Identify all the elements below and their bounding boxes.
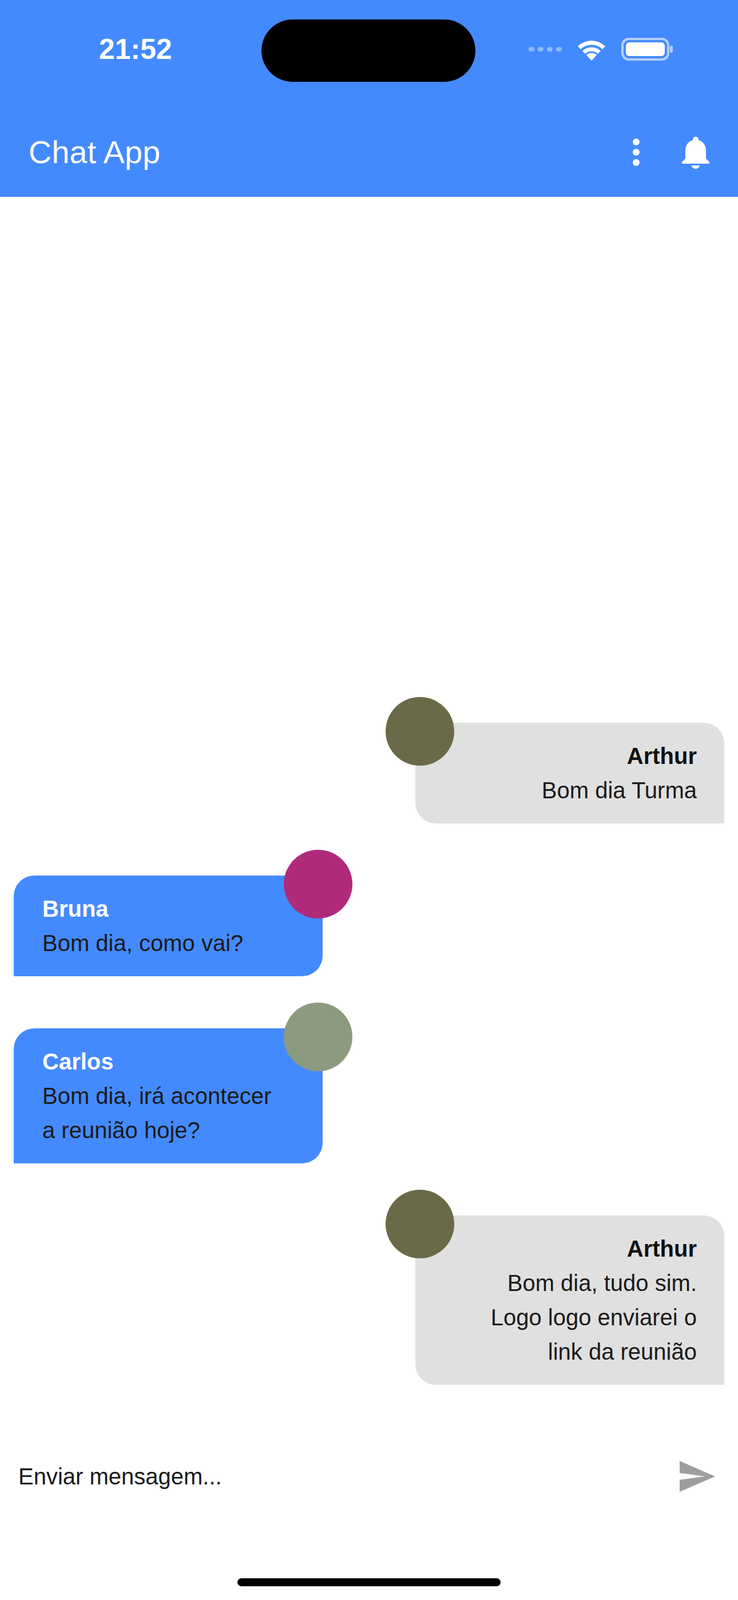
dynamic-island [261,19,476,82]
status-time: 21:52 [0,34,173,64]
message-row: BrunaBom dia, como vai? [13,849,725,976]
message-author: Carlos [42,1044,277,1079]
chat-screen: 21:52 [0,0,738,1600]
message-bubble: CarlosBom dia, irá acontecer a reunião h… [13,1028,323,1164]
send-icon[interactable] [678,1459,717,1493]
message-row: ArthurBom dia, tudo sim. Logo logo envia… [13,1189,725,1385]
message-input[interactable] [18,1458,665,1494]
message-author: Arthur [461,1231,697,1266]
avatar[interactable] [385,696,455,766]
bell-icon[interactable] [680,135,711,169]
composer [0,1430,738,1522]
battery-icon [621,37,674,62]
message-bubble: BrunaBom dia, como vai? [13,875,323,976]
avatar[interactable] [283,849,353,919]
message-row: ArthurBom dia Turma [13,696,725,824]
wifi-icon [574,36,609,62]
app-bar: Chat App [0,107,738,197]
message-list: ArthurBom dia TurmaBrunaBom dia, como va… [0,196,738,1431]
message-author: Bruna [42,891,277,926]
bottom-safe-area [0,1521,738,1600]
message-text: Bom dia, como vai? [42,925,277,960]
home-indicator [237,1577,501,1586]
message-text: Bom dia, irá acontecer a reunião hoje? [42,1078,277,1148]
header: 21:52 [0,0,738,197]
message-author: Arthur [461,738,697,773]
more-vert-icon[interactable] [631,138,641,166]
message-bubble: ArthurBom dia, tudo sim. Logo logo envia… [415,1215,725,1385]
message-row: CarlosBom dia, irá acontecer a reunião h… [13,1002,725,1164]
message-bubble: ArthurBom dia Turma [415,722,725,824]
avatar[interactable] [283,1002,353,1071]
signal-icon [528,46,562,52]
message-text: Bom dia Turma [461,772,697,808]
app-title: Chat App [28,136,632,169]
status-bar: 21:52 [0,0,738,108]
message-text: Bom dia, tudo sim. Logo logo enviarei o … [461,1265,697,1369]
avatar[interactable] [385,1189,455,1259]
status-icons [528,36,738,62]
